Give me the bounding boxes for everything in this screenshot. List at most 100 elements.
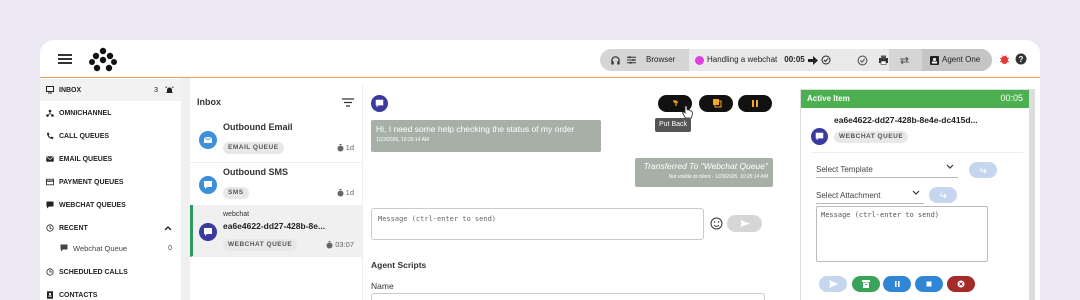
copy-button[interactable] [699, 95, 733, 112]
svg-text:?: ? [1019, 55, 1024, 64]
help-icon[interactable]: ? [1015, 53, 1027, 65]
contacts-book-icon [47, 291, 53, 299]
inbox-row-outbound-email[interactable]: Outbound Email EMAIL QUEUE 1d [190, 115, 362, 163]
name-label: Name [371, 281, 394, 291]
browser-label: Browser [646, 55, 676, 64]
settings-sliders-icon[interactable] [626, 49, 637, 71]
attachment-select-value: Select Attachment [816, 191, 881, 200]
status-label: Handling a webchat [707, 55, 778, 64]
sms-avatar-icon [199, 176, 217, 194]
sidebar-item-label: CALL QUEUES [59, 132, 110, 140]
attachment-select[interactable]: Select Attachment [816, 188, 924, 204]
chat-channel-icon [371, 95, 388, 112]
timer-icon [326, 240, 333, 248]
insert-attachment-button[interactable] [929, 187, 957, 203]
chevron-down-icon [946, 164, 954, 169]
queue-badge: WEBCHAT QUEUE [834, 131, 909, 143]
row-title: Outbound Email [223, 122, 293, 132]
menu-icon[interactable] [58, 54, 72, 64]
credit-card-icon [46, 178, 54, 186]
archive-button[interactable] [852, 276, 880, 292]
bug-icon[interactable] [999, 53, 1010, 65]
pause-button[interactable] [738, 95, 772, 112]
message-timestamp: Not visible to client - 1/23/2026, 10:25… [668, 174, 768, 180]
filter-icon[interactable] [342, 98, 354, 107]
sidebar-item-label: WEBCHAT QUEUES [59, 201, 126, 209]
name-field[interactable] [371, 293, 765, 300]
sidebar-item-payment-queues[interactable]: PAYMENT QUEUES [40, 171, 182, 193]
sidebar-subitem-label: Webchat Queue [73, 243, 128, 253]
sidebar-item-call-queues[interactable]: CALL QUEUES [40, 125, 182, 147]
row-time-value: 1d [345, 188, 354, 197]
stop-button[interactable] [915, 276, 943, 292]
cursor-hand-icon [682, 105, 693, 119]
agent-badge[interactable]: Agent One [922, 49, 992, 71]
sidebar-item-label: EMAIL QUEUES [59, 155, 113, 163]
phone-icon [47, 132, 54, 139]
sidebar-item-label: CONTACTS [59, 291, 98, 299]
end-chat-button[interactable] [947, 276, 975, 292]
printer-icon[interactable] [878, 49, 889, 71]
check-circle-icon[interactable] [821, 55, 831, 65]
webchat-avatar-icon [199, 223, 217, 241]
active-item-timer: 00:05 [1000, 93, 1023, 103]
forward-arrow-icon[interactable] [807, 55, 818, 65]
sidebar-item-contacts[interactable]: CONTACTS [40, 284, 182, 300]
send-button[interactable] [727, 215, 762, 232]
top-bar: Browser Handling a webchat 00:05 Agent O… [40, 40, 1040, 78]
transfer-arrows-icon[interactable] [899, 49, 910, 71]
system-message: Transferred To "Webchat Queue" Not visib… [635, 158, 773, 187]
id-card-icon [930, 55, 939, 65]
app-window: Browser Handling a webchat 00:05 Agent O… [40, 40, 1040, 300]
agent-scripts-title: Agent Scripts [371, 260, 427, 270]
template-select-value: Select Template [816, 165, 873, 174]
timer-icon [337, 188, 344, 196]
sidebar-item-scheduled-calls[interactable]: SCHEDULED CALLS [40, 261, 182, 283]
reply-textarea[interactable]: Message (ctrl-enter to send) [816, 206, 988, 262]
sidebar-item-label: SCHEDULED CALLS [59, 268, 128, 276]
active-item-panel: Active Item 00:05 ea6e4622-dd27-428b-8e4… [800, 89, 1030, 300]
email-avatar-icon [199, 131, 217, 149]
queue-badge: EMAIL QUEUE [223, 142, 284, 154]
headset-icon[interactable] [610, 49, 621, 71]
app-logo [89, 47, 117, 72]
hold-button[interactable] [883, 276, 911, 292]
scrollbar[interactable] [1030, 89, 1035, 300]
sidebar-item-label: OMNICHANNEL [59, 109, 112, 117]
queue-badge: SMS [223, 187, 249, 199]
sidebar-item-email-queues[interactable]: EMAIL QUEUES [40, 148, 182, 170]
chevron-down-icon [912, 190, 920, 195]
inbox-row-webchat[interactable]: webchat ea6e4622-dd27-428b-8e... WEBCHAT… [190, 205, 362, 257]
active-item-header: Active Item 00:05 [801, 90, 1029, 108]
emoji-icon[interactable] [710, 217, 723, 230]
sidebar-item-recent[interactable]: RECENT [40, 217, 182, 239]
sidebar-item-inbox[interactable]: INBOX 3 [40, 79, 182, 101]
incoming-message: Hi, I need some help checking the status… [371, 120, 601, 152]
message-input[interactable]: Message (ctrl-enter to send) [371, 208, 704, 240]
row-time: 1d [337, 143, 354, 152]
agent-name: Agent One [942, 55, 981, 64]
status-dot-icon [695, 55, 704, 65]
row-title: ea6e4622-dd27-428b-8e... [223, 221, 326, 231]
row-time-value: 1d [345, 143, 354, 152]
sidebar-item-omnichannel[interactable]: OMNICHANNEL [40, 102, 182, 124]
chevron-up-icon[interactable] [164, 225, 172, 231]
status-timer: 00:05 [784, 55, 805, 64]
sidebar-subitem-webchat-queue[interactable]: Webchat Queue 0 [40, 239, 182, 257]
send-button[interactable] [819, 276, 847, 292]
check-circle-icon[interactable] [857, 49, 868, 71]
monitor-icon [46, 86, 54, 94]
chat-bubble-icon [46, 201, 54, 209]
active-item-title: Active Item [807, 94, 850, 103]
inbox-row-outbound-sms[interactable]: Outbound SMS SMS 1d [190, 160, 362, 208]
alarm-bell-icon[interactable] [165, 85, 174, 95]
active-item-id: ea6e4622-dd27-428b-8e4e-dc415d... [834, 115, 978, 125]
message-text: Hi, I need some help checking the status… [376, 124, 575, 134]
row-time-value: 03:07 [335, 240, 354, 249]
agent-status-bar: Browser Handling a webchat 00:05 Agent O… [600, 49, 992, 71]
sidebar-item-webchat-queues[interactable]: WEBCHAT QUEUES [40, 194, 182, 216]
insert-template-button[interactable] [969, 162, 997, 178]
divider [811, 152, 1023, 153]
sidebar-item-label: INBOX [59, 86, 82, 94]
template-select[interactable]: Select Template [816, 162, 958, 178]
